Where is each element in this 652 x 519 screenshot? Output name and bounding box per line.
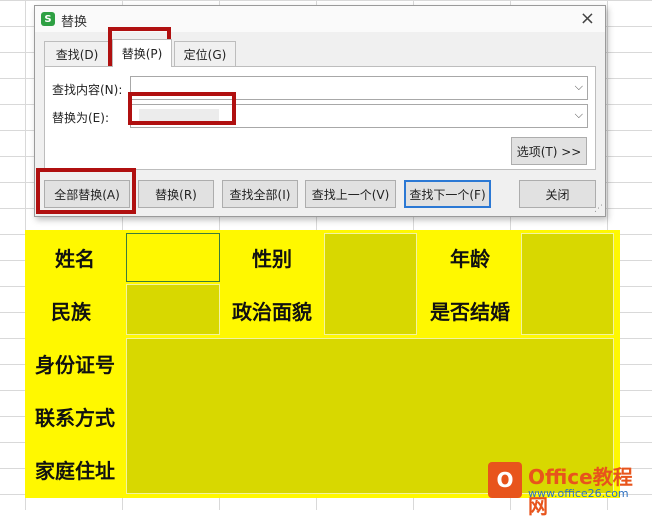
- replace-label: 替换为(E):: [52, 111, 109, 125]
- cell-name-label[interactable]: 姓名: [25, 232, 125, 282]
- chevron-down-icon[interactable]: ⌵: [575, 108, 583, 122]
- cell-married-label[interactable]: 是否结婚: [420, 285, 520, 335]
- close-button[interactable]: 关闭: [519, 180, 596, 208]
- office-logo-icon: O: [488, 462, 522, 498]
- cell-gender-label[interactable]: 性别: [222, 232, 322, 282]
- cell-address-label[interactable]: 家庭住址: [25, 444, 125, 494]
- find-next-button[interactable]: 查找下一个(F): [404, 180, 491, 208]
- close-icon[interactable]: ×: [580, 8, 595, 29]
- selected-cell[interactable]: [126, 233, 220, 282]
- watermark-url: www.office26.com: [528, 487, 629, 500]
- highlight-replace-all-button: [36, 168, 136, 214]
- cell-gender-value[interactable]: [324, 233, 417, 335]
- cell-ethnicity-label[interactable]: 民族: [25, 285, 117, 335]
- resize-grip-icon[interactable]: ⋰: [594, 204, 603, 214]
- cell-age-label[interactable]: 年龄: [420, 232, 520, 282]
- tab-goto[interactable]: 定位(G): [174, 41, 236, 67]
- cell-contact-label[interactable]: 联系方式: [25, 391, 125, 441]
- find-prev-button[interactable]: 查找上一个(V): [305, 180, 396, 208]
- cell-id-label[interactable]: 身份证号: [25, 338, 125, 388]
- find-all-button[interactable]: 查找全部(I): [222, 180, 298, 208]
- chevron-down-icon[interactable]: ⌵: [575, 80, 583, 94]
- tab-replace[interactable]: 替换(P): [112, 39, 172, 67]
- replace-panel: 查找内容(N): ⌵ 替换为(E): ⌵ 选项(T) >>: [44, 66, 596, 170]
- tab-find[interactable]: 查找(D): [44, 41, 110, 67]
- cell-age-value[interactable]: [521, 233, 614, 335]
- replace-button[interactable]: 替换(R): [138, 180, 214, 208]
- dialog-title: 替换: [61, 15, 88, 30]
- cell-ethnicity-value[interactable]: [126, 284, 220, 335]
- highlight-replace-field: [128, 92, 236, 125]
- cell-political-label[interactable]: 政治面貌: [222, 285, 322, 335]
- find-label: 查找内容(N):: [52, 83, 123, 97]
- app-icon: S: [41, 12, 55, 26]
- options-button[interactable]: 选项(T) >>: [511, 137, 587, 165]
